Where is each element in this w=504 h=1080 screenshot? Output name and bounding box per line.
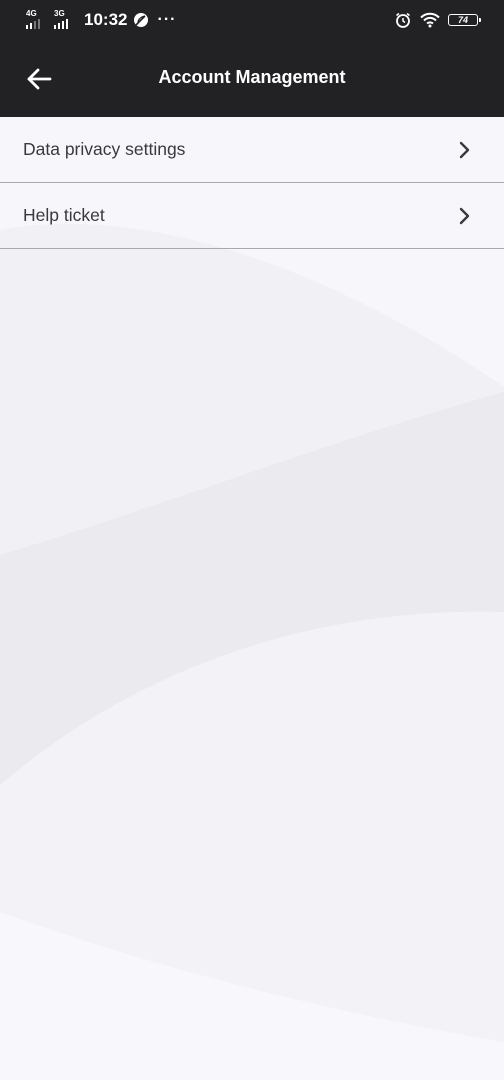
network-type-1: 4G [26, 9, 37, 18]
signal-icon: 4G [26, 10, 48, 30]
list-item-label: Help ticket [23, 205, 105, 225]
list-item-label: Data privacy settings [23, 139, 186, 159]
data-privacy-settings-item[interactable]: Data privacy settings [0, 117, 504, 183]
leaf-icon [133, 12, 149, 28]
signal-icon: 3G [54, 10, 76, 30]
settings-list: Data privacy settings Help ticket [0, 117, 504, 249]
background-wave-decoration [0, 223, 504, 1080]
account-management-screen: 4G 3G 10:32 ··· 74 Account Management Da… [0, 0, 504, 1080]
status-bar: 4G 3G 10:32 ··· 74 [0, 0, 504, 40]
top-bar: 4G 3G 10:32 ··· 74 Account Management [0, 0, 504, 117]
app-bar: Account Management [0, 40, 504, 117]
battery-level: 74 [457, 14, 468, 25]
chevron-right-icon [459, 207, 470, 225]
more-notifications-icon: ··· [157, 11, 177, 28]
chevron-right-icon [459, 141, 470, 159]
battery-icon: 74 [448, 14, 481, 26]
status-bar-left: 4G 3G 10:32 ··· [26, 8, 176, 32]
status-time: 10:32 [84, 10, 128, 29]
page-title: Account Management [158, 67, 346, 87]
network-type-2: 3G [54, 9, 65, 18]
status-bar-right: 74 [394, 8, 481, 32]
help-ticket-item[interactable]: Help ticket [0, 183, 504, 249]
alarm-icon [394, 11, 412, 29]
wifi-icon [420, 12, 440, 28]
